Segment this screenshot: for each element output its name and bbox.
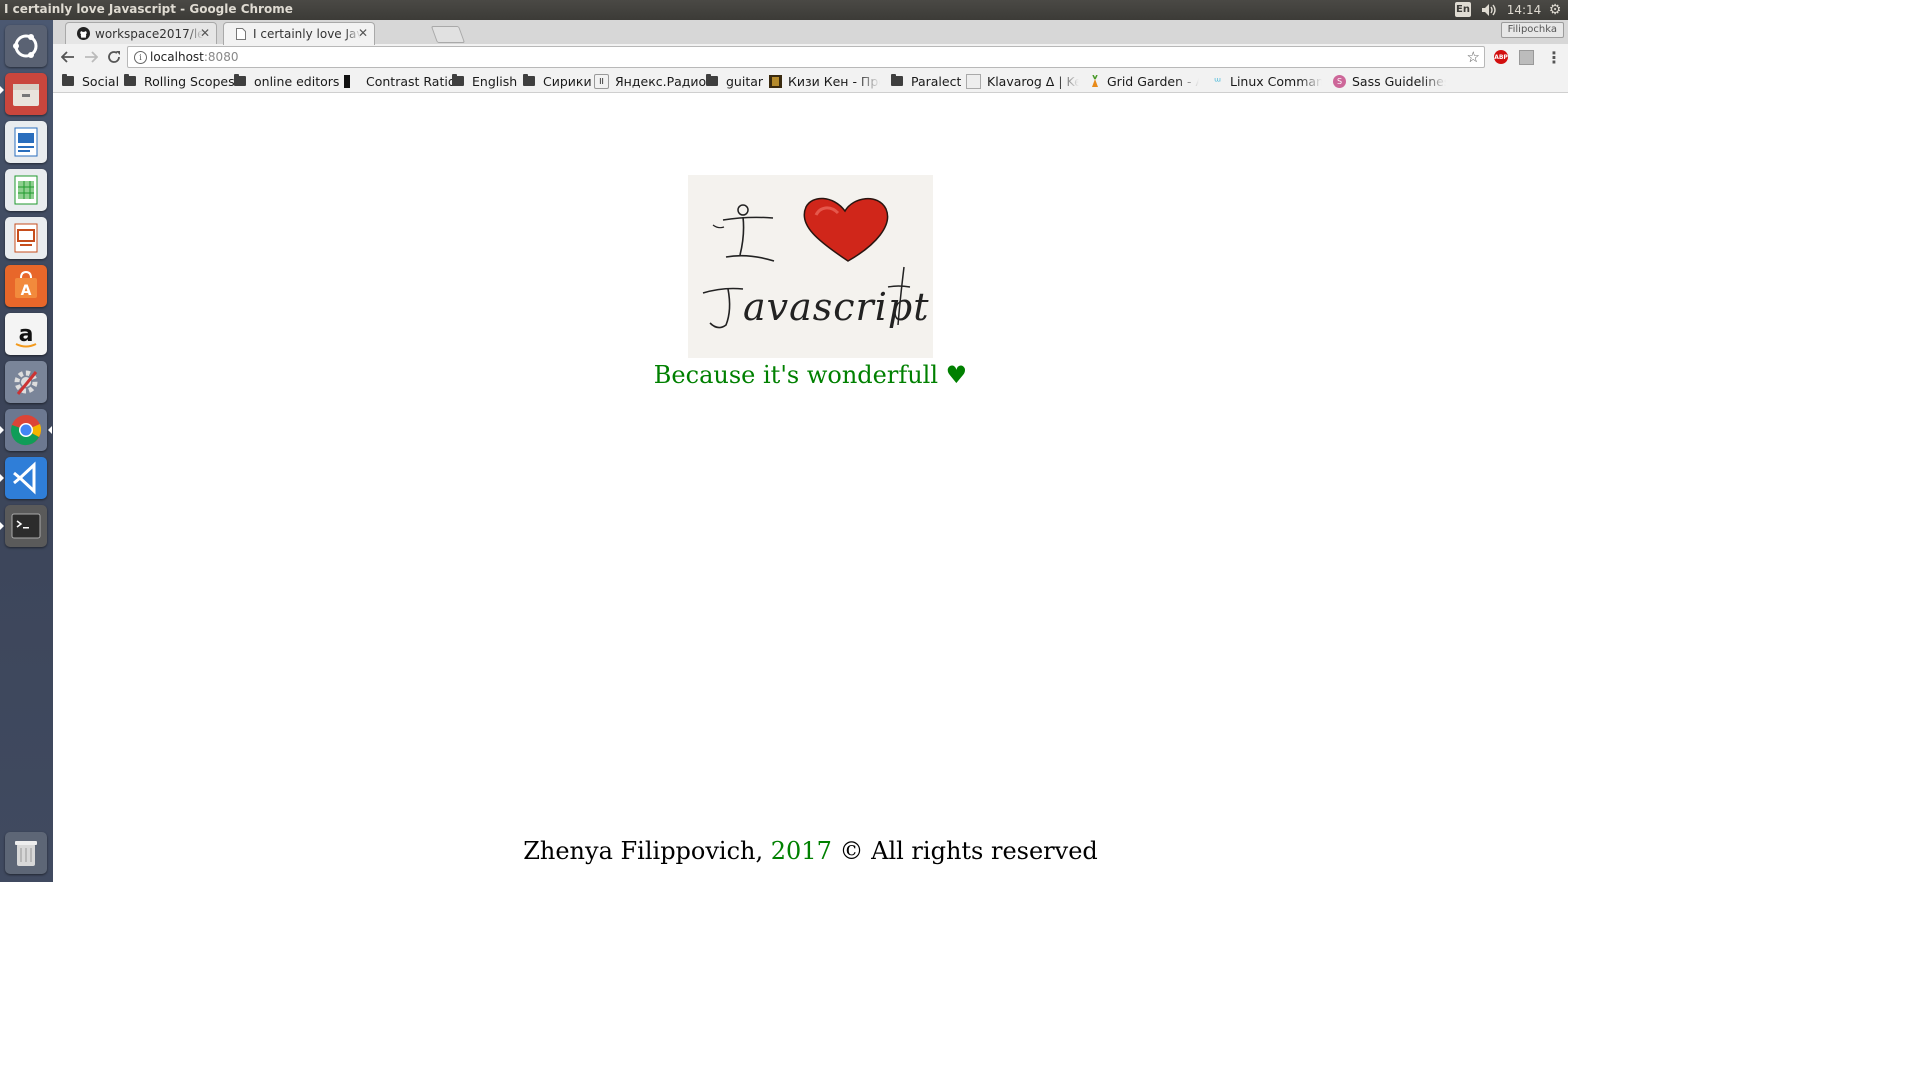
keyboard-icon	[966, 73, 981, 89]
back-button[interactable]	[58, 47, 78, 67]
page-content: avascript Because it's wonderfull ♥ Zhen…	[53, 93, 1568, 882]
trash-icon[interactable]	[5, 832, 47, 874]
writer-icon[interactable]	[5, 121, 47, 163]
svg-text:a: a	[19, 322, 34, 347]
page-icon	[234, 27, 248, 41]
adblock-plus-icon[interactable]: ABP	[1494, 50, 1508, 64]
forward-button[interactable]	[81, 47, 101, 67]
bookmark-sass-guidelines[interactable]: S Sass Guidelines -	[1333, 73, 1446, 89]
bookmark-label: Sass Guidelines -	[1352, 73, 1446, 89]
bookmark-kizi-ken[interactable]: Кизи Кен - Прол	[769, 73, 880, 89]
os-top-panel: I certainly love Javascript - Google Chr…	[0, 0, 1568, 20]
bookmark-label: online editors	[254, 73, 340, 89]
ubuntu-dash-icon[interactable]	[5, 25, 47, 67]
svg-text:A: A	[21, 283, 32, 299]
i-love-javascript-image: avascript	[688, 175, 933, 358]
github-icon	[76, 27, 90, 41]
sass-icon: S	[1333, 74, 1346, 88]
chrome-menu-icon[interactable]: ⋮	[1546, 48, 1562, 67]
bookmark-siriki[interactable]: Сирики	[523, 73, 592, 89]
url-host: localhost	[150, 50, 204, 64]
bookmark-label: Сирики	[543, 73, 592, 89]
profile-badge[interactable]: Filipochka	[1500, 22, 1564, 38]
bookmark-label: Social	[82, 73, 120, 89]
bookmark-label: Linux Command	[1230, 73, 1322, 89]
extension-icon[interactable]	[1519, 50, 1534, 65]
address-bar[interactable]: i localhost:8080 ☆	[127, 46, 1485, 68]
tab-strip: workspace2017/lec ✕ I certainly love Jav…	[53, 20, 1568, 45]
bookmark-label: Paralect	[911, 73, 962, 89]
calc-icon[interactable]	[5, 169, 47, 211]
browser-toolbar: i localhost:8080 ☆ ABP ⋮	[53, 44, 1568, 70]
bookmark-klavarog[interactable]: Klavarog Δ | Key	[966, 73, 1079, 89]
tagline: Because it's wonderfull ♥	[653, 361, 968, 389]
clock[interactable]: 14:14	[1507, 1, 1542, 19]
bookmark-social[interactable]: Social	[62, 73, 119, 89]
files-icon[interactable]	[5, 73, 47, 115]
bookmark-contrast-ratio[interactable]: Contrast Ratio	[341, 73, 455, 89]
book-icon	[769, 74, 782, 88]
folder-icon	[706, 74, 718, 86]
folder-icon	[891, 74, 903, 86]
bookmark-label: Кизи Кен - Прол	[788, 73, 880, 89]
system-settings-icon[interactable]	[5, 361, 47, 403]
bookmark-yandex-radio[interactable]: II Яндекс.Радио	[594, 73, 706, 89]
folder-icon	[124, 74, 136, 86]
folder-icon	[62, 74, 74, 86]
tab-label: I certainly love Java	[253, 27, 361, 41]
bookmarks-bar: Social Rolling Scopes online editors Con…	[53, 70, 1568, 93]
info-icon[interactable]: i	[134, 51, 147, 64]
amazon-icon[interactable]: a	[5, 313, 47, 355]
bookmark-label: English	[472, 73, 518, 89]
bookmark-rolling-scopes[interactable]: Rolling Scopes	[124, 73, 235, 89]
bookmark-label: Klavarog Δ | Key	[987, 73, 1079, 89]
bookmark-label: Grid Garden - A g	[1107, 73, 1199, 89]
bookmark-label: guitar	[726, 73, 764, 89]
radio-icon: II	[594, 73, 609, 89]
window-title: I certainly love Javascript - Google Chr…	[4, 2, 293, 16]
software-center-icon[interactable]: A	[5, 265, 47, 307]
footer-year: 2017	[770, 837, 832, 865]
tab-label: workspace2017/lec	[95, 26, 203, 41]
bookmark-star-icon[interactable]: ☆	[1467, 48, 1480, 66]
url-port: :8080	[203, 50, 239, 64]
chrome-icon[interactable]	[5, 409, 47, 451]
bookmark-guitar[interactable]: guitar	[706, 73, 763, 89]
impress-icon[interactable]	[5, 217, 47, 259]
reload-button[interactable]	[104, 47, 124, 67]
close-tab-icon[interactable]: ✕	[358, 26, 368, 40]
folder-icon	[452, 74, 464, 86]
bookmark-label: Contrast Ratio	[366, 73, 456, 89]
close-tab-icon[interactable]: ✕	[200, 26, 210, 40]
url-text: localhost:8080	[150, 50, 238, 64]
bookmark-paralect[interactable]: Paralect	[891, 73, 961, 89]
keyboard-layout-indicator[interactable]: En	[1455, 2, 1471, 17]
bookmark-english[interactable]: English	[452, 73, 517, 89]
footer: Zhenya Filippovich, 2017 © All rights re…	[53, 837, 1568, 865]
volume-icon[interactable]	[1479, 1, 1499, 19]
contrast-icon	[341, 74, 354, 88]
ubuntu-launcher: A a	[0, 20, 54, 882]
folder-icon	[523, 74, 535, 86]
folder-icon	[234, 74, 246, 86]
terminal-icon[interactable]	[5, 505, 47, 547]
bookmark-label: Rolling Scopes	[144, 73, 235, 89]
bookmark-linux-command[interactable]: ᵚ Linux Command	[1211, 73, 1322, 89]
new-tab-button[interactable]	[430, 26, 466, 43]
tab-active[interactable]: I certainly love Java ✕	[223, 22, 375, 45]
footer-author: Zhenya Filippovich,	[523, 837, 764, 865]
vscode-icon[interactable]	[5, 457, 47, 499]
bookmark-grid-garden[interactable]: Grid Garden - A g	[1088, 73, 1199, 89]
tab-github[interactable]: workspace2017/lec ✕	[65, 22, 217, 44]
bookmark-online-editors[interactable]: online editors	[234, 73, 339, 89]
footer-rights: © All rights reserved	[839, 837, 1098, 865]
bookmark-label: Яндекс.Радио	[615, 73, 707, 89]
session-gear-icon[interactable]: ⚙	[1546, 1, 1564, 19]
linux-icon: ᵚ	[1214, 74, 1221, 88]
carrot-icon	[1088, 74, 1101, 88]
